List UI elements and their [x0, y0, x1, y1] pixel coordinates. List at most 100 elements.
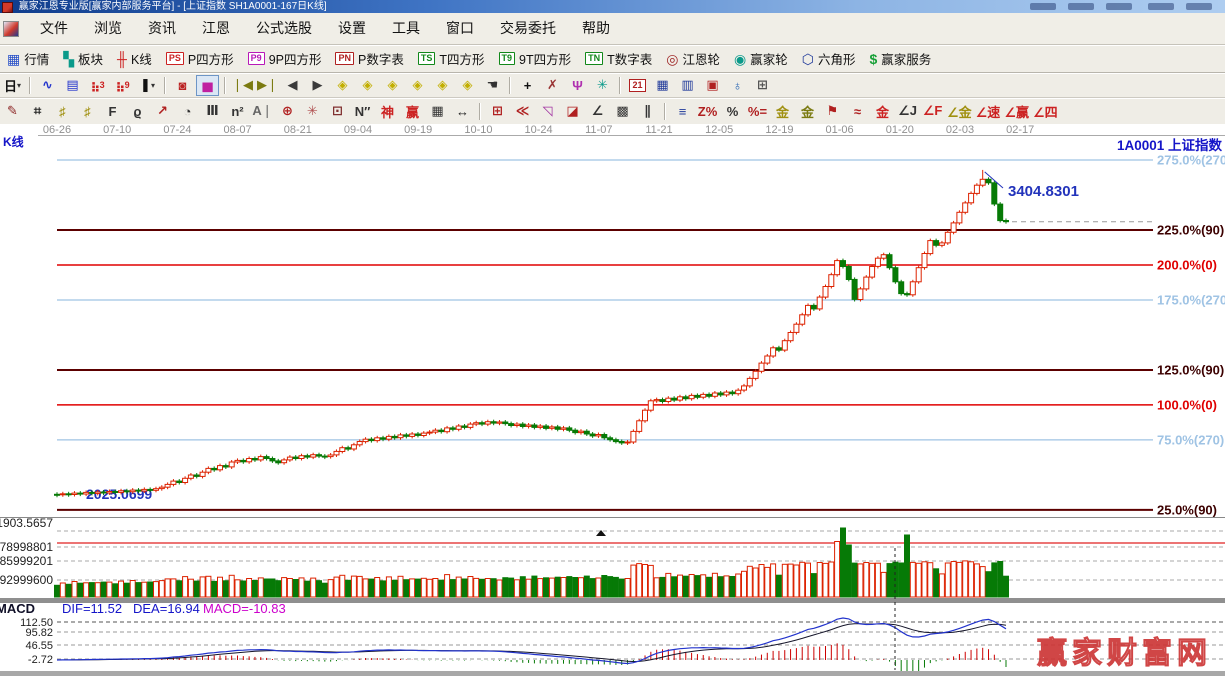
save-icon[interactable]: ▣ [701, 75, 724, 96]
crosshair-icon[interactable]: + [516, 75, 539, 96]
p-square-button[interactable]: PS P四方形 [159, 48, 241, 70]
f-ruler-icon[interactable]: F [101, 101, 124, 122]
menu-item-2[interactable]: 资讯 [135, 14, 189, 43]
gann-diamond-expand-icon[interactable]: ◈ [431, 75, 454, 96]
gann-diamond-right-icon[interactable]: ◈ [356, 75, 379, 96]
prev-page-icon[interactable]: ◀ [281, 75, 304, 96]
chip-distribution-icon[interactable]: ◙ [171, 75, 194, 96]
purple-fan-icon[interactable]: ◹ [536, 101, 559, 122]
ma3-icon[interactable]: ⣦ 3 [86, 75, 109, 96]
last-page-icon[interactable]: ▶❘ [256, 75, 279, 96]
angle-f-icon[interactable]: ∠F [921, 101, 944, 122]
parallel-lines-icon[interactable]: ∥ [636, 101, 659, 122]
theme-clothes-icon[interactable]: Ψ [566, 75, 589, 96]
app-menu-icon[interactable] [3, 20, 19, 37]
menu-item-7[interactable]: 窗口 [433, 14, 487, 43]
percent-icon[interactable]: % [721, 101, 744, 122]
candle [781, 340, 788, 351]
spiral-icon[interactable]: ϱ [126, 101, 149, 122]
wave-pct-icon[interactable]: ≈ [846, 101, 869, 122]
notebook-icon[interactable]: ▥ [676, 75, 699, 96]
candle [857, 288, 864, 300]
bar-ruler-icon[interactable]: Ⅲ [201, 101, 224, 122]
gann-diamond-in-icon[interactable]: ◈ [381, 75, 404, 96]
menu-item-4[interactable]: 公式选股 [243, 14, 325, 43]
hand-drag-icon[interactable]: ☚ [481, 75, 504, 96]
gann-grid-gold2-icon[interactable]: ♯ [76, 101, 99, 122]
angle-four-icon[interactable]: ∠四 [1032, 101, 1059, 122]
period-day-dropdown-icon[interactable]: 日 ▾ [1, 75, 24, 96]
smart-select-icon[interactable]: ✳ [591, 75, 614, 96]
gold-red-icon[interactable]: 金 [871, 101, 894, 122]
f10-info-icon[interactable]: ▤ [61, 75, 84, 96]
gold-line-icon[interactable]: 金 [796, 101, 819, 122]
kline-button[interactable]: ╫ K线 [110, 48, 159, 70]
pencil-tool-icon[interactable]: ✎ [1, 101, 24, 122]
remote-pc-icon[interactable]: ⊞ [751, 75, 774, 96]
star-cycle-icon[interactable]: ✳ [301, 101, 324, 122]
t-number-table-button[interactable]: TN T数字表 [578, 48, 659, 70]
menu-item-6[interactable]: 工具 [379, 14, 433, 43]
flag-pen-icon[interactable]: ⚑ [821, 101, 844, 122]
first-page-icon[interactable]: ❘◀ [231, 75, 254, 96]
t-square-button[interactable]: TS T四方形 [411, 48, 492, 70]
candle [222, 465, 229, 468]
k-wave-icon[interactable]: N″ [351, 101, 374, 122]
chart-canvas[interactable]: 06-26 07-10 07-24 08-07 08-21 09-04 09-19 10-10… [0, 124, 1225, 676]
gann-diamond-out-icon[interactable]: ◈ [406, 75, 429, 96]
menu-item-8[interactable]: 交易委托 [487, 14, 569, 43]
percent-z-icon[interactable]: Z% [696, 101, 719, 122]
percent-line-icon[interactable]: %= [746, 101, 769, 122]
rocket-tool-icon[interactable]: ↗ [151, 101, 174, 122]
winner-wheel-button[interactable]: ◉ 赢家轮 [727, 48, 795, 70]
sectors-button[interactable]: ▚ 板块 [56, 48, 110, 70]
gann-diamond-shrink-icon[interactable]: ◈ [456, 75, 479, 96]
red-grid-box-icon[interactable]: ⊞ [486, 101, 509, 122]
gann-wheel-button[interactable]: ◎ 江恩轮 [659, 48, 727, 70]
hexagon-button[interactable]: ⬡ 六角形 [795, 48, 863, 70]
menu-item-5[interactable]: 设置 [325, 14, 379, 43]
calculator-icon[interactable]: ▦ [651, 75, 674, 96]
toolbar-separator [619, 76, 621, 94]
next-page-icon[interactable]: ▶ [306, 75, 329, 96]
angle-j-icon[interactable]: ∠J [896, 101, 919, 122]
menu-item-9[interactable]: 帮助 [569, 14, 623, 43]
winner-service-button[interactable]: $ 赢家服务 [862, 48, 938, 70]
god-tool-icon[interactable]: 神 [376, 101, 399, 122]
calendar-21-icon[interactable]: 21 [626, 75, 649, 96]
circle-target-icon[interactable]: ⊕ [276, 101, 299, 122]
timeshare-chart-icon[interactable]: ∿ [36, 75, 59, 96]
time-compass-icon[interactable]: ◔ [176, 101, 199, 122]
ma9-icon[interactable]: ⣦ 9 [111, 75, 134, 96]
network-icon[interactable]: ♁ [726, 75, 749, 96]
red-fan-box-icon[interactable]: ◪ [561, 101, 584, 122]
volume-bar [513, 579, 520, 598]
angle-line-icon[interactable]: ∠ [586, 101, 609, 122]
n-square-icon[interactable]: n² [226, 101, 249, 122]
quotes-button[interactable]: ▦ 行情 [0, 48, 56, 70]
angle-speed-icon[interactable]: ∠速 [975, 101, 1002, 122]
menu-item-0[interactable]: 文件 [27, 14, 81, 43]
boxed-grid-icon[interactable]: ⊡ [326, 101, 349, 122]
scale-ruler-icon[interactable]: ≡ [671, 101, 694, 122]
gann-diamond-left-icon[interactable]: ◈ [331, 75, 354, 96]
delete-drawing-icon[interactable]: ✗ [541, 75, 564, 96]
menu-item-1[interactable]: 浏览 [81, 14, 135, 43]
nine-p-square-button[interactable]: P9 9P四方形 [241, 48, 329, 70]
win-tool-icon[interactable]: 赢 [401, 101, 424, 122]
matrix-grid-icon[interactable]: ▩ [611, 101, 634, 122]
candle-style-dropdown-icon[interactable]: ❚ ▾ [136, 75, 159, 96]
ray-fan-icon[interactable]: ≪ [511, 101, 534, 122]
grid-tool-icon[interactable]: ⌗ [26, 101, 49, 122]
angle-gold-icon[interactable]: ∠金 [946, 101, 973, 122]
p-number-table-button[interactable]: PN P数字表 [328, 48, 410, 70]
angle-win-icon[interactable]: ∠赢 [1003, 101, 1030, 122]
dense-grid-icon[interactable]: ▦ [426, 101, 449, 122]
menu-item-3[interactable]: 江恩 [189, 14, 243, 43]
gold-circle-icon[interactable]: 金 [771, 101, 794, 122]
span-arrow-icon[interactable]: ↔ [451, 101, 474, 122]
mirror-tool-icon[interactable]: A❘ [251, 101, 274, 122]
colored-volume-icon[interactable]: ▅ [196, 74, 219, 96]
gann-grid-gold-icon[interactable]: ♯ [51, 101, 74, 122]
nine-t-square-button[interactable]: T9 9T四方形 [492, 48, 579, 70]
